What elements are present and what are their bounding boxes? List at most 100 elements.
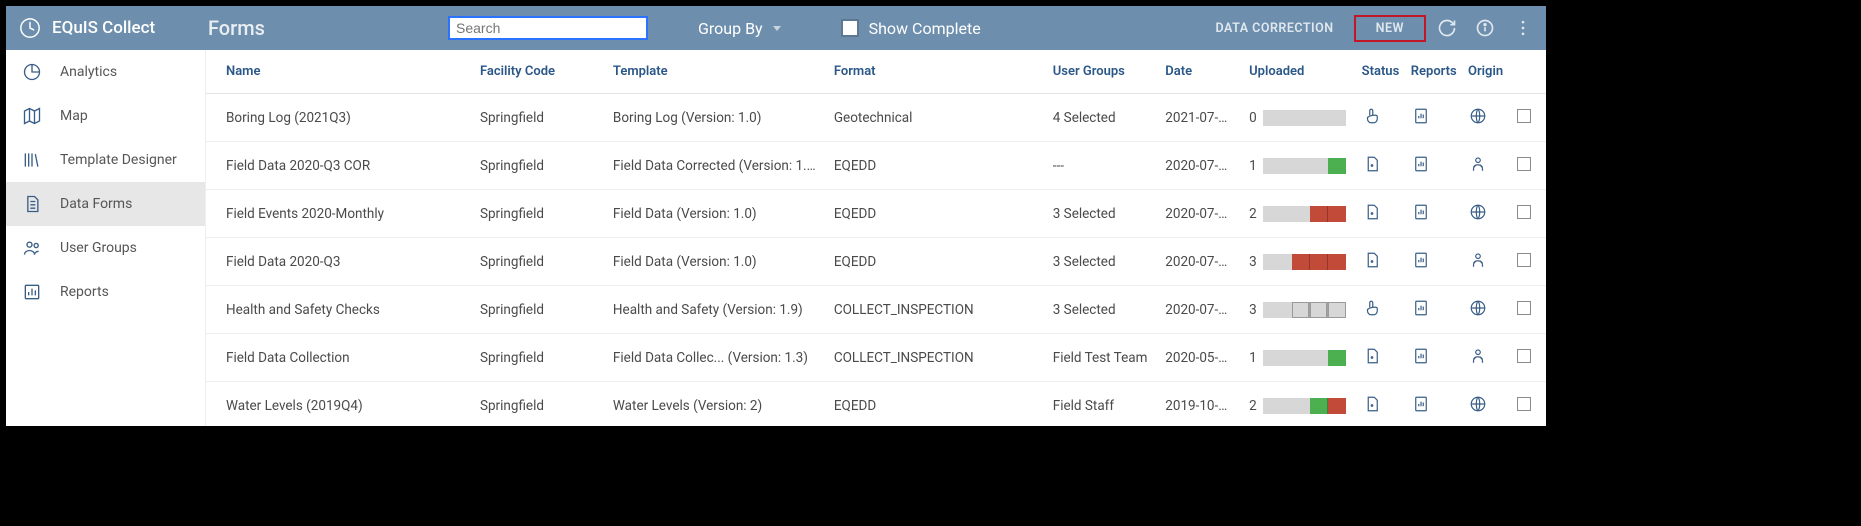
row-checkbox[interactable] xyxy=(1517,205,1531,219)
col-groups[interactable]: User Groups xyxy=(1045,50,1158,94)
cell-date: 2020-07-31 xyxy=(1157,238,1241,286)
cell-groups: 4 Selected xyxy=(1045,94,1158,142)
table-row[interactable]: Field Data 2020-Q3 CORSpringfieldField D… xyxy=(206,142,1546,190)
upload-progress-bar xyxy=(1263,254,1346,270)
sidebar-item-data-forms[interactable]: Data Forms xyxy=(6,182,205,226)
cell-groups: 3 Selected xyxy=(1045,238,1158,286)
col-status[interactable]: Status xyxy=(1354,50,1403,94)
chevron-down-icon xyxy=(773,26,781,31)
reports-icon[interactable] xyxy=(1411,346,1431,366)
app-header: EQuIS Collect Forms Group By Show Comple… xyxy=(6,6,1546,50)
col-reports[interactable]: Reports xyxy=(1403,50,1460,94)
origin-globe-icon[interactable] xyxy=(1468,202,1488,222)
upload-progress-bar xyxy=(1263,158,1346,174)
refresh-icon[interactable] xyxy=(1430,11,1464,45)
cell-groups: 3 Selected xyxy=(1045,286,1158,334)
cell-facility: Springfield xyxy=(472,190,605,238)
bar-chart-icon xyxy=(22,282,42,302)
cell-uploaded: 2 xyxy=(1241,382,1354,427)
cell-name: Health and Safety Checks xyxy=(206,286,472,334)
search-input[interactable] xyxy=(448,16,648,40)
row-checkbox[interactable] xyxy=(1517,301,1531,315)
cell-format: EQEDD xyxy=(826,382,1045,427)
col-template[interactable]: Template xyxy=(605,50,826,94)
data-correction-button[interactable]: DATA CORRECTION xyxy=(1204,15,1346,42)
cell-facility: Springfield xyxy=(472,142,605,190)
table-header-row: Name Facility Code Template Format User … xyxy=(206,50,1546,94)
sidebar-item-label: Reports xyxy=(60,284,109,300)
cell-facility: Springfield xyxy=(472,238,605,286)
table-row[interactable]: Field Data CollectionSpringfieldField Da… xyxy=(206,334,1546,382)
status-touch-icon[interactable] xyxy=(1362,106,1382,126)
map-icon xyxy=(22,106,42,126)
cell-uploaded: 1 xyxy=(1241,142,1354,190)
cell-uploaded: 0 xyxy=(1241,94,1354,142)
cell-template: Field Data Collec... (Version: 1.3) xyxy=(605,334,826,382)
reports-icon[interactable] xyxy=(1411,154,1431,174)
table-row[interactable]: Water Levels (2019Q4)SpringfieldWater Le… xyxy=(206,382,1546,427)
table-row[interactable]: Boring Log (2021Q3)SpringfieldBoring Log… xyxy=(206,94,1546,142)
sidebar-item-map[interactable]: Map xyxy=(6,94,205,138)
table-row[interactable]: Health and Safety ChecksSpringfieldHealt… xyxy=(206,286,1546,334)
row-checkbox[interactable] xyxy=(1517,397,1531,411)
info-icon[interactable] xyxy=(1468,11,1502,45)
origin-globe-icon[interactable] xyxy=(1468,394,1488,414)
table-row[interactable]: Field Events 2020-MonthlySpringfieldFiel… xyxy=(206,190,1546,238)
reports-icon[interactable] xyxy=(1411,394,1431,414)
new-button[interactable]: NEW xyxy=(1354,15,1426,42)
cell-format: EQEDD xyxy=(826,238,1045,286)
row-checkbox[interactable] xyxy=(1517,109,1531,123)
origin-globe-icon[interactable] xyxy=(1468,106,1488,126)
status-file-icon[interactable] xyxy=(1362,202,1382,222)
sidebar-item-label: User Groups xyxy=(60,240,137,256)
status-touch-icon[interactable] xyxy=(1362,298,1382,318)
forms-table: Name Facility Code Template Format User … xyxy=(206,50,1546,426)
status-file-icon[interactable] xyxy=(1362,394,1382,414)
row-checkbox[interactable] xyxy=(1517,349,1531,363)
row-checkbox[interactable] xyxy=(1517,157,1531,171)
cell-template: Boring Log (Version: 1.0) xyxy=(605,94,826,142)
cell-date: 2020-07-31 xyxy=(1157,286,1241,334)
cell-groups: Field Test Team xyxy=(1045,334,1158,382)
col-uploaded[interactable]: Uploaded xyxy=(1241,50,1354,94)
col-facility[interactable]: Facility Code xyxy=(472,50,605,94)
reports-icon[interactable] xyxy=(1411,202,1431,222)
status-file-icon[interactable] xyxy=(1362,154,1382,174)
col-date[interactable]: Date xyxy=(1157,50,1241,94)
more-vert-icon[interactable] xyxy=(1506,11,1540,45)
cell-facility: Springfield xyxy=(472,94,605,142)
cell-name: Water Levels (2019Q4) xyxy=(206,382,472,427)
reports-icon[interactable] xyxy=(1411,250,1431,270)
sidebar-item-template-designer[interactable]: Template Designer xyxy=(6,138,205,182)
forms-table-container: Name Facility Code Template Format User … xyxy=(206,50,1546,426)
origin-person-icon[interactable] xyxy=(1468,250,1488,270)
cell-facility: Springfield xyxy=(472,334,605,382)
cell-uploaded: 3 xyxy=(1241,238,1354,286)
upload-progress-bar xyxy=(1263,350,1346,366)
cell-format: EQEDD xyxy=(826,190,1045,238)
brand-title: EQuIS Collect xyxy=(52,18,208,38)
sidebar-item-analytics[interactable]: Analytics xyxy=(6,50,205,94)
sidebar-item-reports[interactable]: Reports xyxy=(6,270,205,314)
status-file-icon[interactable] xyxy=(1362,346,1382,366)
upload-progress-bar xyxy=(1263,302,1346,318)
cell-format: EQEDD xyxy=(826,142,1045,190)
show-complete-label: Show Complete xyxy=(869,19,981,38)
group-by-dropdown[interactable]: Group By xyxy=(692,15,787,42)
col-format[interactable]: Format xyxy=(826,50,1045,94)
origin-person-icon[interactable] xyxy=(1468,346,1488,366)
row-checkbox[interactable] xyxy=(1517,253,1531,267)
table-row[interactable]: Field Data 2020-Q3SpringfieldField Data … xyxy=(206,238,1546,286)
show-complete-toggle[interactable]: Show Complete xyxy=(843,19,981,38)
origin-globe-icon[interactable] xyxy=(1468,298,1488,318)
reports-icon[interactable] xyxy=(1411,298,1431,318)
status-file-icon[interactable] xyxy=(1362,250,1382,270)
reports-icon[interactable] xyxy=(1411,106,1431,126)
col-name[interactable]: Name xyxy=(206,50,472,94)
col-origin[interactable]: Origin xyxy=(1460,50,1509,94)
cell-date: 2020-05-18 xyxy=(1157,334,1241,382)
checkbox-icon xyxy=(843,21,857,35)
sidebar-item-user-groups[interactable]: User Groups xyxy=(6,226,205,270)
origin-person-icon[interactable] xyxy=(1468,154,1488,174)
cell-template: Field Data Corrected (Version: 1.5) xyxy=(605,142,826,190)
